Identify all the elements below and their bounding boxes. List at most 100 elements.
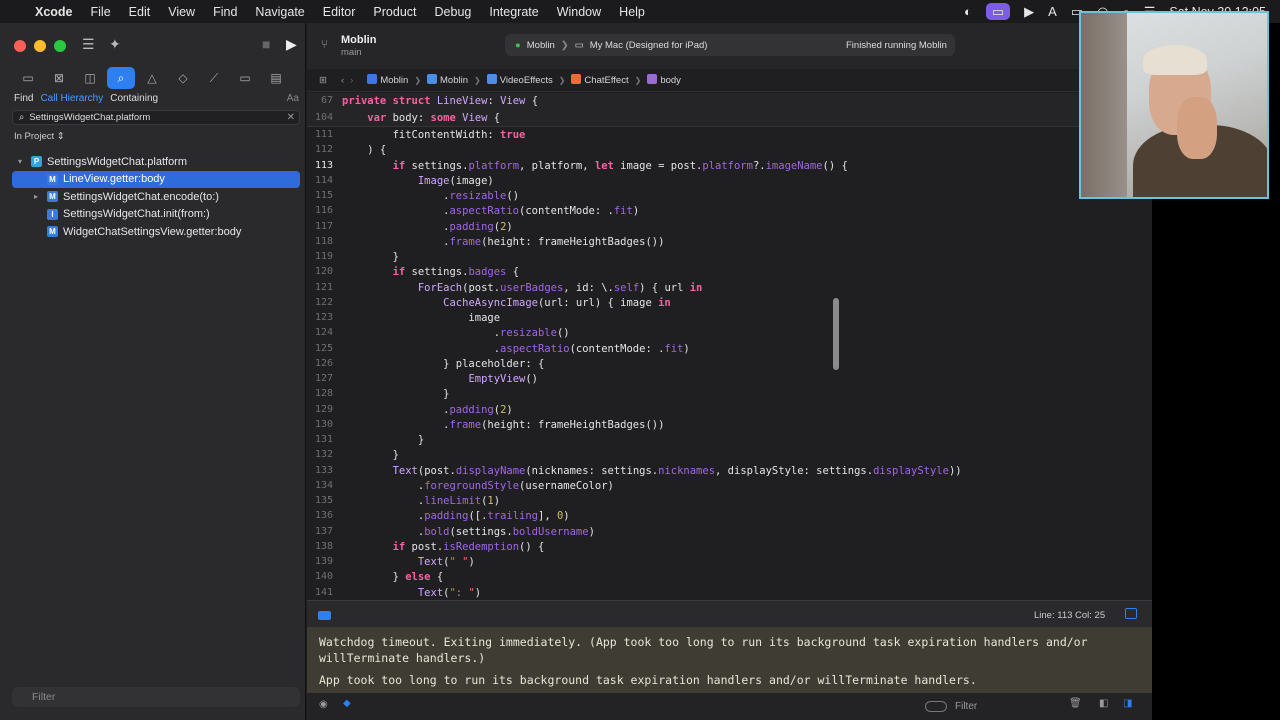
eye-icon[interactable]: ◉ (319, 699, 328, 710)
text-input-icon[interactable]: A (1048, 4, 1057, 19)
menu-file[interactable]: File (82, 5, 120, 19)
sticky-code-line[interactable]: var body: some View { (342, 112, 500, 124)
code-line[interactable]: } placeholder: { (342, 358, 544, 370)
code-line[interactable]: } (342, 449, 399, 461)
split-right-icon[interactable]: ◨ (1123, 698, 1132, 709)
code-line[interactable]: .resizable() (342, 327, 570, 339)
disclosure-arrow-icon[interactable]: ▸ (34, 192, 42, 201)
close-window-button[interactable] (14, 40, 26, 52)
debug-console[interactable]: Watchdog timeout. Exiting immediately. (… (307, 627, 1152, 693)
code-line[interactable]: } (342, 388, 449, 400)
code-line[interactable]: } (342, 251, 399, 263)
breakpoint-navigator-icon[interactable]: ▭ (231, 67, 259, 89)
code-line[interactable]: CacheAsyncImage(url: url) { image in (342, 297, 671, 309)
menu-window[interactable]: Window (548, 5, 610, 19)
menu-view[interactable]: View (159, 5, 204, 19)
menu-help[interactable]: Help (610, 5, 654, 19)
tree-row[interactable]: M LineView.getter:body (12, 170, 300, 188)
navigator-toggle-icon[interactable]: ☰ (82, 36, 95, 53)
code-line[interactable]: } else { (342, 571, 444, 583)
code-line[interactable]: .aspectRatio(contentMode: .fit) (342, 205, 639, 217)
project-navigator-icon[interactable]: ▭ (14, 67, 42, 89)
menu-product[interactable]: Product (364, 5, 425, 19)
status-app-icon[interactable]: ◐ (964, 4, 972, 19)
code-line[interactable]: .aspectRatio(contentMode: .fit) (342, 343, 690, 355)
code-line[interactable]: if settings.badges { (342, 266, 519, 278)
console-scope-icon[interactable]: ◆ (343, 698, 351, 709)
code-line[interactable]: Text(" ") (342, 556, 475, 568)
filter-options-icon[interactable] (925, 700, 947, 712)
tree-row[interactable]: M WidgetChatSettingsView.getter:body (12, 223, 300, 241)
find-match-selector[interactable]: Containing (110, 93, 158, 104)
back-icon[interactable]: ‹ (341, 75, 344, 86)
issue-navigator-icon[interactable]: △ (138, 67, 166, 89)
code-line[interactable]: .padding([.trailing], 0) (342, 510, 570, 522)
code-line[interactable]: ForEach(post.userBadges, id: \.self) { u… (342, 282, 703, 294)
find-navigator-icon[interactable]: ⌕ (107, 67, 135, 89)
zoom-window-button[interactable] (54, 40, 66, 52)
jump-group-videoeffects[interactable]: VideoEffects (486, 74, 553, 86)
stop-icon[interactable]: ■ (262, 36, 270, 52)
project-name[interactable]: Moblin (341, 34, 376, 46)
code-line[interactable]: .lineLimit(1) (342, 495, 500, 507)
code-line[interactable]: Image(image) (342, 175, 494, 187)
find-mode-selector[interactable]: Call Hierarchy (40, 93, 103, 104)
menu-edit[interactable]: Edit (120, 5, 160, 19)
hide-debug-area-icon[interactable] (318, 611, 331, 620)
tree-row[interactable]: ▸ M SettingsWidgetChat.encode(to:) (12, 188, 300, 206)
branch-name[interactable]: main (341, 47, 362, 58)
code-line[interactable]: .foregroundStyle(usernameColor) (342, 480, 614, 492)
code-line[interactable]: if post.isRedemption() { (342, 541, 545, 553)
find-search-input[interactable]: ⌕ SettingsWidgetChat.platform ✕ (12, 110, 300, 125)
trash-icon[interactable]: 🗑 (1069, 698, 1082, 709)
find-scope-selector[interactable]: In Project ⇕ (14, 131, 65, 142)
jump-file[interactable]: ChatEffect (571, 74, 629, 86)
menu-app-name[interactable]: Xcode (26, 5, 82, 19)
split-view-icon[interactable] (1125, 608, 1137, 619)
menu-debug[interactable]: Debug (426, 5, 481, 19)
code-line[interactable]: image (342, 312, 500, 324)
find-label[interactable]: Find (14, 93, 33, 104)
grid-icon[interactable]: ⊞ (319, 75, 327, 86)
case-sensitivity-toggle[interactable]: Aa (287, 93, 299, 104)
menu-editor[interactable]: Editor (314, 5, 365, 19)
menu-find[interactable]: Find (204, 5, 246, 19)
jump-symbol[interactable]: body (647, 74, 681, 86)
jump-group-moblin[interactable]: Moblin (427, 74, 468, 86)
tree-row[interactable]: I SettingsWidgetChat.init(from:) (12, 206, 300, 224)
code-line[interactable]: ) { (342, 144, 386, 156)
code-line[interactable]: } (342, 434, 424, 446)
code-line[interactable]: .frame(height: frameHeightBadges()) (342, 236, 664, 248)
console-filter-input[interactable]: Filter (925, 699, 1115, 713)
forward-icon[interactable]: › (350, 75, 353, 86)
source-control-icon[interactable]: ⊠ (45, 67, 73, 89)
disclosure-arrow-icon[interactable]: ▾ (18, 157, 26, 166)
code-line[interactable]: .resizable() (342, 190, 519, 202)
editor-scrollbar[interactable] (833, 298, 839, 370)
menu-navigate[interactable]: Navigate (246, 5, 313, 19)
code-line[interactable]: Text(": ") (342, 587, 481, 599)
scheme-name[interactable]: Moblin (527, 40, 555, 51)
code-line[interactable]: EmptyView() (342, 373, 538, 385)
bookmark-icon[interactable]: ◫ (76, 67, 104, 89)
code-line[interactable]: fitContentWidth: true (342, 129, 526, 141)
code-line[interactable]: if settings.platform, platform, let imag… (342, 160, 848, 172)
source-editor[interactable]: 111 fitContentWidth: true 112 ) {113 if s… (307, 93, 1152, 623)
screen-record-icon[interactable]: ▭ (985, 3, 1011, 20)
tree-row[interactable]: ▾ P SettingsWidgetChat.platform (12, 153, 300, 171)
run-icon[interactable]: ▶ (286, 36, 297, 53)
debug-navigator-icon[interactable]: ⟋ (200, 67, 228, 89)
code-line[interactable]: .bold(settings.boldUsername) (342, 526, 595, 538)
scheme-destination-bar[interactable]: ● Moblin ❯ ▭ My Mac (Designed for iPad) … (505, 34, 955, 56)
code-line[interactable]: .frame(height: frameHeightBadges()) (342, 419, 664, 431)
run-destination[interactable]: My Mac (Designed for iPad) (590, 40, 708, 51)
sticky-code-line[interactable]: private struct LineView: View { (342, 95, 538, 107)
play-status-icon[interactable]: ▶ (1024, 4, 1034, 20)
split-left-icon[interactable]: ◧ (1099, 698, 1108, 709)
code-line[interactable]: .padding(2) (342, 404, 513, 416)
jump-project[interactable]: Moblin (367, 74, 408, 86)
code-line[interactable]: Text(post.displayName(nicknames: setting… (342, 465, 962, 477)
menu-integrate[interactable]: Integrate (480, 5, 547, 19)
sparkle-icon[interactable]: ✦ (109, 36, 121, 53)
code-line[interactable]: .padding(2) (342, 221, 513, 233)
